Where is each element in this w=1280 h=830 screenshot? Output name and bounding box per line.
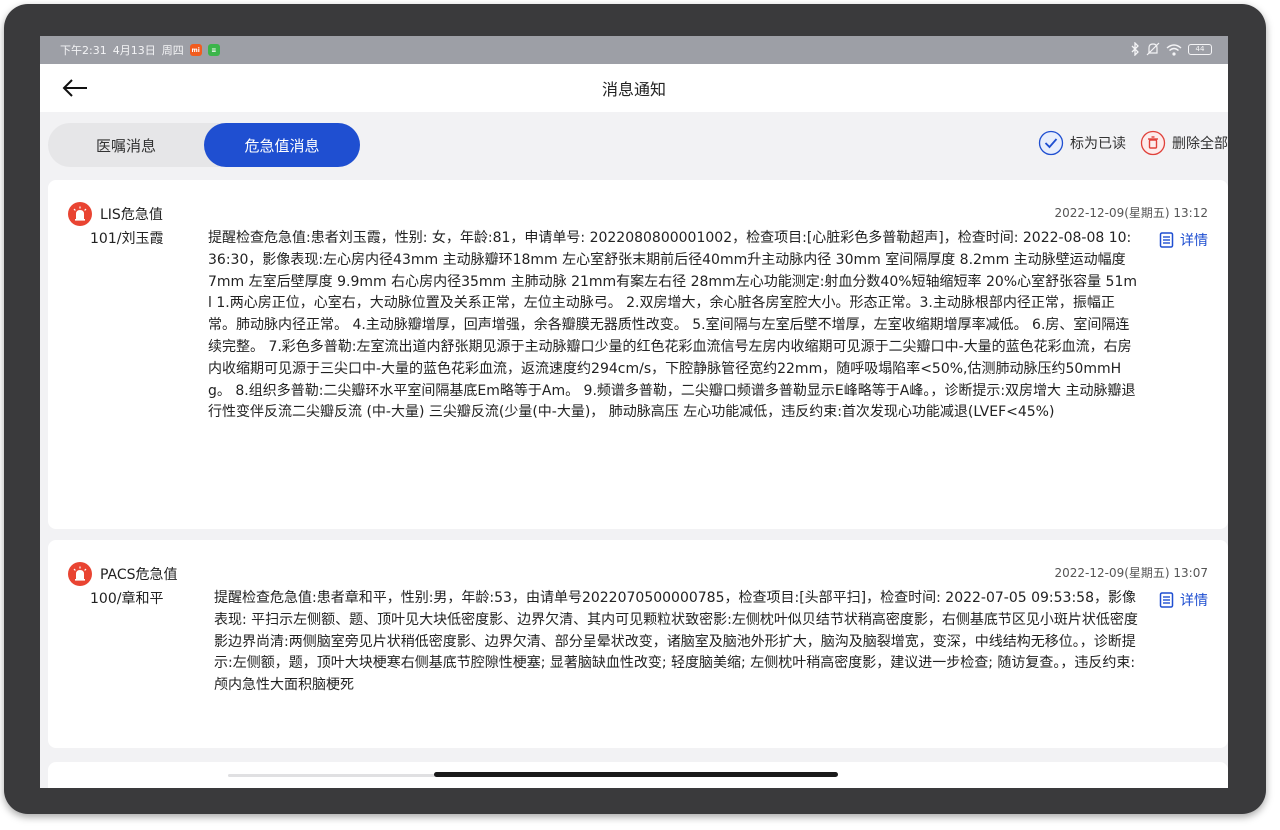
battery-icon: 44 — [1188, 43, 1212, 55]
message-app-icon: ≡ — [207, 44, 220, 56]
tablet-frame: 下午2:31 4月13日 周四 mi ≡ 44 消息通知 医嘱消息 危急值消息 … — [4, 4, 1266, 814]
mi-app-icon: mi — [189, 44, 202, 56]
tab-order-messages[interactable]: 医嘱消息 — [48, 123, 204, 167]
bulk-actions: 标为已读 删除全部 — [1038, 130, 1228, 156]
detail-button[interactable]: 详情 — [1159, 230, 1208, 250]
detail-label: 详情 — [1180, 593, 1208, 609]
message-tabs: 医嘱消息 危急值消息 — [48, 123, 360, 167]
status-weekday: 周四 — [161, 44, 184, 57]
tab-bar: 医嘱消息 危急值消息 标为已读 删除全部 — [40, 112, 1228, 174]
detail-label: 详情 — [1180, 233, 1208, 249]
patient-label: 101/刘玉霞 — [90, 231, 164, 247]
status-bar: 下午2:31 4月13日 周四 mi ≡ 44 — [40, 36, 1228, 64]
alarm-icon — [68, 562, 92, 586]
app-header: 消息通知 — [40, 64, 1228, 112]
message-time: 2022-12-09(星期五) 13:07 — [1054, 566, 1209, 580]
home-indicator[interactable] — [434, 772, 838, 777]
check-circle-icon — [1038, 130, 1064, 156]
mute-icon — [1146, 42, 1160, 56]
message-time: 2022-12-09(星期五) 13:12 — [1054, 206, 1209, 220]
mark-read-button[interactable]: 标为已读 — [1038, 130, 1126, 156]
app-screen: 下午2:31 4月13日 周四 mi ≡ 44 消息通知 医嘱消息 危急值消息 … — [40, 36, 1228, 788]
message-card[interactable]: LIS危急值 2022-12-09(星期五) 13:12 101/刘玉霞 提醒检… — [48, 180, 1228, 529]
document-icon — [1159, 232, 1174, 248]
patient-label: 100/章和平 — [90, 591, 164, 607]
status-date: 4月13日 — [112, 44, 156, 57]
message-card[interactable]: PACS危急值 2022-12-09(星期五) 13:07 100/章和平 提醒… — [48, 540, 1228, 748]
delete-all-label: 删除全部 — [1172, 136, 1228, 152]
status-time: 下午2:31 — [60, 44, 107, 57]
bluetooth-icon — [1131, 42, 1139, 56]
message-content: 提醒检查危急值:患者刘玉霞，性别: 女，年龄:81，申请单号: 20220808… — [208, 230, 1137, 421]
delete-all-button[interactable]: 删除全部 — [1140, 130, 1228, 156]
message-type: PACS危急值 — [100, 567, 178, 583]
wifi-icon — [1166, 43, 1182, 56]
mark-read-label: 标为已读 — [1070, 136, 1126, 152]
back-button[interactable] — [60, 76, 90, 100]
document-icon — [1159, 592, 1174, 608]
detail-button[interactable]: 详情 — [1159, 590, 1208, 610]
back-arrow-icon — [62, 79, 87, 97]
trash-circle-icon — [1140, 130, 1166, 156]
tab-critical-value-messages[interactable]: 危急值消息 — [204, 123, 360, 167]
alarm-icon — [68, 202, 92, 226]
message-content: 提醒检查危急值:患者章和平，性别:男，年龄:53，由请单号20220705000… — [214, 590, 1138, 694]
message-type: LIS危急值 — [100, 207, 163, 223]
page-title: 消息通知 — [601, 80, 666, 99]
